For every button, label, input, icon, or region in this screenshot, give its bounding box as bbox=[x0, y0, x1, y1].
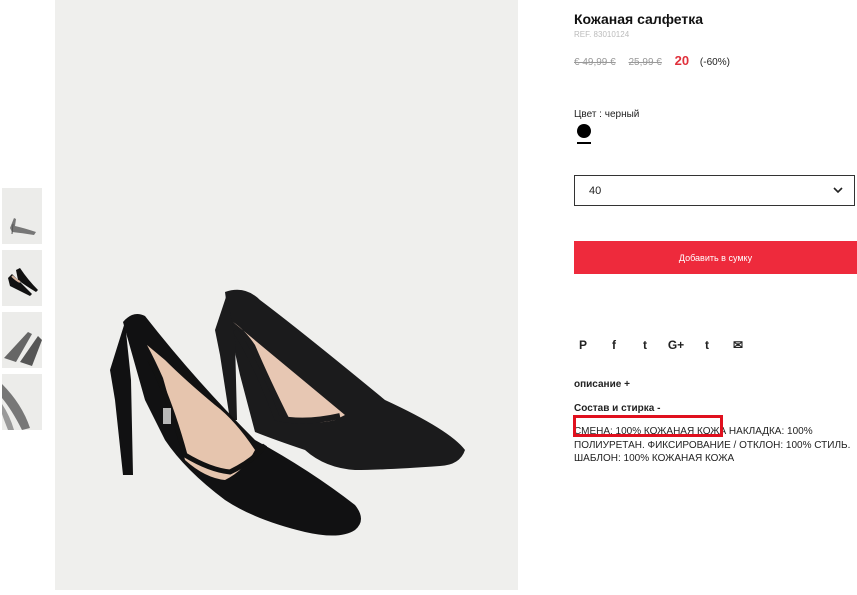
google-plus-icon[interactable]: G+ bbox=[667, 337, 685, 353]
twitter-icon[interactable]: t bbox=[636, 337, 654, 353]
description-toggle[interactable]: описание + bbox=[574, 379, 630, 390]
product-title: Кожаная салфетка bbox=[574, 11, 704, 27]
share-icons: P f t G+ t ✉ bbox=[574, 337, 760, 353]
discount-badge: (-60%) bbox=[699, 57, 730, 68]
thumbnail-1[interactable] bbox=[2, 188, 42, 244]
color-label: Цвет : черный bbox=[574, 109, 640, 120]
email-icon[interactable]: ✉ bbox=[729, 337, 747, 353]
product-reference: REF. 83010124 bbox=[574, 30, 630, 39]
add-to-bag-button[interactable]: Добавить в сумку bbox=[574, 241, 857, 274]
thumbnail-2[interactable] bbox=[2, 250, 42, 306]
original-price: € 49,99 € bbox=[574, 57, 616, 68]
sale-price: 20 bbox=[674, 53, 690, 68]
color-swatch-black[interactable] bbox=[577, 124, 591, 138]
thumbnail-4[interactable] bbox=[2, 374, 42, 430]
size-selected-value: 40 bbox=[589, 185, 602, 197]
highlight-box bbox=[573, 415, 723, 437]
facebook-icon[interactable]: f bbox=[605, 337, 623, 353]
previous-price: 25,99 € bbox=[628, 57, 662, 68]
pinterest-icon[interactable]: P bbox=[574, 337, 592, 353]
thumbnail-3[interactable] bbox=[2, 312, 42, 368]
product-image bbox=[55, 0, 518, 590]
chevron-down-icon bbox=[832, 183, 844, 202]
composition-toggle[interactable]: Состав и стирка - bbox=[574, 403, 660, 414]
tumblr-icon[interactable]: t bbox=[698, 337, 716, 353]
size-select[interactable]: 40 bbox=[574, 175, 855, 206]
price-block: € 49,99 € 25,99 € 20 (-60%) bbox=[574, 53, 730, 68]
selected-swatch-indicator bbox=[577, 142, 591, 144]
thumbnail-list bbox=[2, 188, 42, 436]
